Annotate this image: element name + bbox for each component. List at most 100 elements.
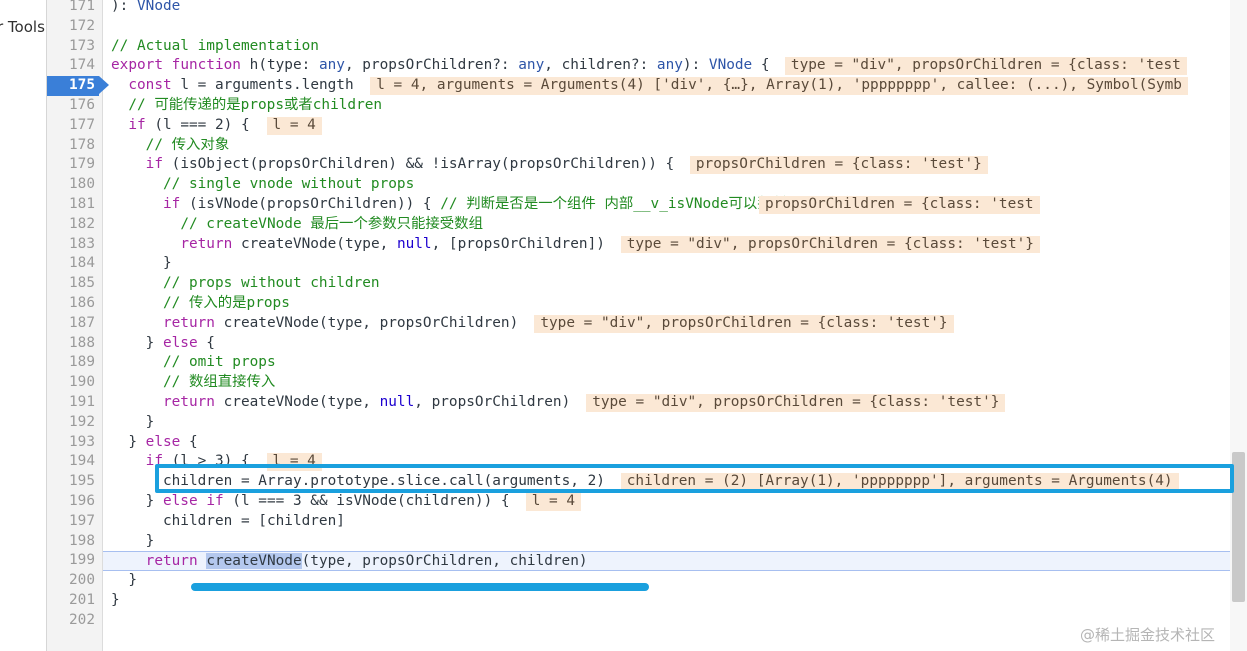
line-number[interactable]: 193 bbox=[47, 433, 99, 453]
line-number[interactable]: 180 bbox=[47, 175, 99, 195]
line-number[interactable]: 195 bbox=[47, 472, 99, 492]
code-text: } bbox=[111, 255, 172, 272]
watermark: @稀土掘金技术社区 bbox=[1080, 626, 1216, 644]
line-number[interactable]: 202 bbox=[47, 611, 99, 631]
line-number[interactable]: 187 bbox=[47, 314, 99, 334]
code-text: // props without children bbox=[162, 275, 380, 292]
inline-debug-value: l = 4 bbox=[266, 453, 322, 472]
code-line[interactable]: } bbox=[103, 591, 1230, 611]
line-number[interactable]: 201 bbox=[47, 591, 99, 611]
line-number[interactable]: 189 bbox=[47, 353, 99, 373]
code-line[interactable] bbox=[103, 17, 1230, 37]
code-line[interactable]: return createVNode(type, null, propsOrCh… bbox=[103, 393, 1230, 413]
line-number[interactable]: 199 bbox=[47, 551, 99, 571]
code-text: if (isVNode(propsOrChildren)) { // 判断是否是… bbox=[162, 196, 859, 212]
code-line[interactable]: // 传入对象 bbox=[103, 136, 1230, 156]
code-line[interactable]: ): VNode bbox=[103, 0, 1230, 17]
line-number[interactable]: 185 bbox=[47, 274, 99, 294]
inline-debug-value: type = "div", propsOrChildren = {class: … bbox=[784, 57, 1187, 76]
code-line[interactable]: if (l > 3) {l = 4 bbox=[103, 452, 1230, 472]
scrollbar-thumb[interactable] bbox=[1232, 452, 1245, 602]
inline-debug-value: propsOrChildren = {class: 'test'} bbox=[689, 156, 988, 175]
code-text: // 可能传递的是props或者children bbox=[128, 97, 383, 113]
line-number[interactable]: 176 bbox=[47, 96, 99, 116]
code-line[interactable]: } else { bbox=[103, 433, 1230, 453]
breakpoint-line-number[interactable]: 175 bbox=[47, 76, 109, 96]
line-number[interactable]: 172 bbox=[47, 17, 99, 37]
code-text: return createVNode(type, propsOrChildren… bbox=[145, 553, 588, 570]
inline-debug-value: l = 4, arguments = Arguments(4) ['div', … bbox=[370, 77, 1188, 95]
line-number[interactable]: 200 bbox=[47, 571, 99, 591]
code-line[interactable]: if (isVNode(propsOrChildren)) { // 判断是否是… bbox=[103, 195, 1230, 215]
panel-tools-label: r Tools bbox=[0, 18, 45, 36]
line-number[interactable]: 179 bbox=[47, 155, 99, 175]
code-text: return createVNode(type, null, [propsOrC… bbox=[180, 235, 605, 252]
code-text: } else { bbox=[111, 334, 215, 351]
inline-debug-value: type = "div", propsOrChildren = {class: … bbox=[620, 235, 1040, 254]
code-line[interactable]: return createVNode(type, propsOrChildren… bbox=[103, 551, 1230, 572]
selected-token[interactable]: createVNode bbox=[206, 553, 302, 570]
code-line[interactable] bbox=[103, 611, 1230, 631]
code-line[interactable]: return createVNode(type, propsOrChildren… bbox=[103, 314, 1230, 334]
code-text: } bbox=[111, 413, 155, 430]
inline-debug-value: type = "div", propsOrChildren = {class: … bbox=[586, 394, 1006, 412]
inline-debug-value: l = 4 bbox=[266, 116, 322, 135]
code-line[interactable]: // omit props bbox=[103, 353, 1230, 373]
line-number[interactable]: 183 bbox=[47, 235, 99, 255]
code-text: } else if (l === 3 && isVNode(children))… bbox=[111, 493, 510, 509]
code-line[interactable]: } bbox=[103, 413, 1230, 433]
line-number[interactable]: 197 bbox=[47, 512, 99, 532]
line-number[interactable]: 198 bbox=[47, 532, 99, 552]
code-line[interactable]: // 数组直接传入 bbox=[103, 373, 1230, 393]
code-text: return createVNode(type, propsOrChildren… bbox=[162, 314, 519, 331]
code-line[interactable]: export function h(type: any, propsOrChil… bbox=[103, 56, 1230, 76]
code-line[interactable]: if (l === 2) {l = 4 bbox=[103, 116, 1230, 136]
code-text: ): VNode bbox=[111, 0, 181, 14]
code-text: // omit props bbox=[162, 354, 276, 371]
code-text: } bbox=[111, 592, 120, 608]
code-line[interactable]: // Actual implementation bbox=[103, 37, 1230, 57]
line-number[interactable]: 196 bbox=[47, 492, 99, 512]
code-line[interactable]: // createVNode 最后一个参数只能接受数组 bbox=[103, 215, 1230, 235]
inline-debug-value: children = (2) [Array(1), 'pppppppp'], a… bbox=[620, 473, 1179, 491]
code-line[interactable]: if (isObject(propsOrChildren) && !isArra… bbox=[103, 155, 1230, 175]
code-line[interactable]: const l = arguments.length l = 4, argumen… bbox=[103, 76, 1230, 96]
line-number[interactable]: 192 bbox=[47, 413, 99, 433]
line-number[interactable]: 177 bbox=[47, 116, 99, 136]
code-text: // 数组直接传入 bbox=[162, 374, 276, 391]
code-text: } bbox=[111, 532, 155, 549]
code-text: // Actual implementation bbox=[111, 37, 319, 54]
code-text: const l = arguments.length bbox=[128, 77, 354, 94]
line-number[interactable]: 182 bbox=[47, 215, 99, 235]
code-line[interactable]: // single vnode without props bbox=[103, 175, 1230, 195]
line-number[interactable]: 188 bbox=[47, 334, 99, 354]
code-editor[interactable]: ): VNode // Actual implementation export f… bbox=[103, 0, 1230, 651]
code-line[interactable]: } bbox=[103, 532, 1230, 552]
line-number[interactable]: 178 bbox=[47, 136, 99, 156]
code-line[interactable]: } bbox=[103, 254, 1230, 274]
line-number[interactable]: 191 bbox=[47, 393, 99, 413]
inline-debug-value: l = 4 bbox=[525, 493, 582, 511]
code-text: export function h(type: any, propsOrChil… bbox=[111, 57, 770, 74]
code-line[interactable]: children = Array.prototype.slice.call(ar… bbox=[103, 472, 1230, 492]
devtools-side-panel: r Tools bbox=[0, 0, 47, 651]
code-line[interactable]: } else if (l === 3 && isVNode(children))… bbox=[103, 492, 1230, 512]
line-number[interactable]: 184 bbox=[47, 254, 99, 274]
code-line[interactable]: // 可能传递的是props或者children bbox=[103, 96, 1230, 116]
line-number[interactable]: 186 bbox=[47, 294, 99, 314]
line-number[interactable]: 194 bbox=[47, 452, 99, 472]
inline-debug-value: propsOrChildren = {class: 'test bbox=[759, 196, 1040, 214]
code-text: children = Array.prototype.slice.call(ar… bbox=[162, 473, 605, 490]
code-line[interactable]: // 传入的是props bbox=[103, 294, 1230, 314]
line-number[interactable]: 190 bbox=[47, 373, 99, 393]
line-number[interactable]: 174 bbox=[47, 56, 99, 76]
code-line[interactable]: // props without children bbox=[103, 274, 1230, 294]
line-number[interactable]: 171 bbox=[47, 0, 99, 17]
code-line[interactable]: } else { bbox=[103, 334, 1230, 354]
line-number[interactable]: 181 bbox=[47, 195, 99, 215]
line-number[interactable]: 173 bbox=[47, 37, 99, 57]
code-text: } else { bbox=[111, 433, 198, 450]
code-text: return createVNode(type, null, propsOrCh… bbox=[162, 394, 571, 410]
code-line[interactable]: children = [children] bbox=[103, 512, 1230, 532]
code-line[interactable]: return createVNode(type, null, [propsOrC… bbox=[103, 235, 1230, 255]
